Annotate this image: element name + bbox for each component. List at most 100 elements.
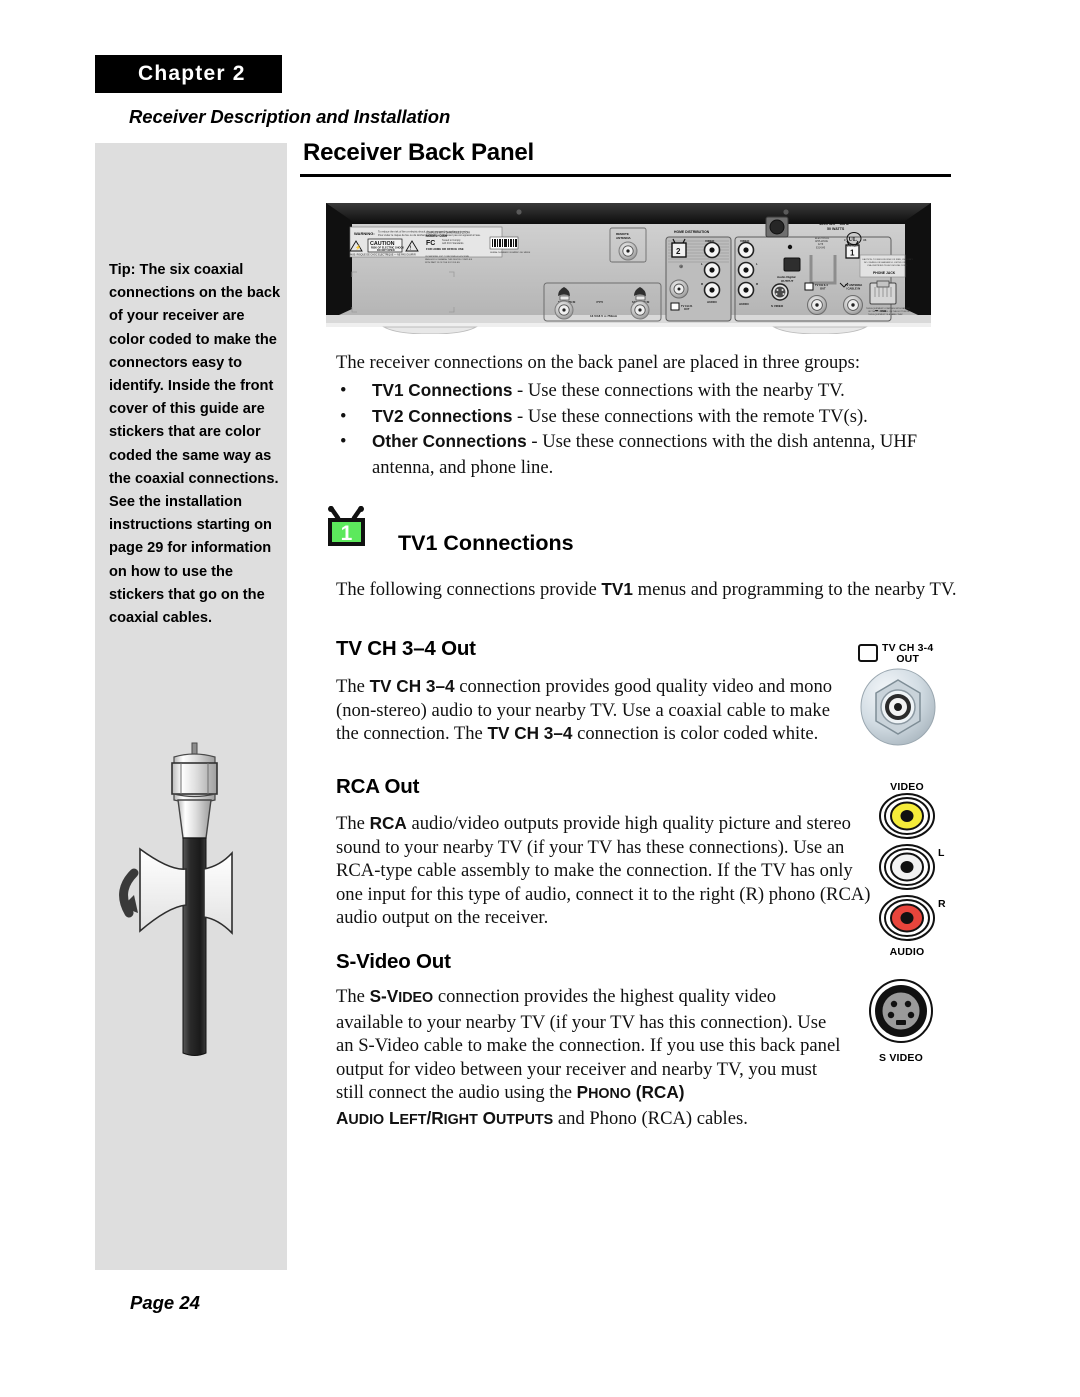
- text-run: menus and programming to the nearby TV.: [632, 579, 957, 600]
- svg-text:L: L: [756, 262, 758, 266]
- bullet-dot: •: [340, 431, 347, 453]
- svg-text:1: 1: [850, 249, 855, 258]
- text-run-bold: TV CH 3–4: [487, 723, 573, 744]
- svg-text:AVIS: RISQUE DE CHOC ELECTRIQU: AVIS: RISQUE DE CHOC ELECTRIQUE — NE PAS…: [350, 254, 416, 257]
- tv1-number-icon: 1: [328, 506, 365, 546]
- list-item-text: - Use these connections with the nearby …: [512, 380, 845, 401]
- svg-text:L: L: [701, 262, 703, 266]
- text-run-smallcaps: HONO: [588, 1086, 632, 1103]
- svg-text:⚡: ⚡: [355, 244, 361, 251]
- chapter-subtitle: Receiver Description and Installation: [129, 106, 451, 127]
- text-run-bold: AUDIO LEFT/RIGHT OUTPUTS: [336, 1108, 553, 1128]
- svg-text:THIS EQUIPMENT COMPLIES WITH P: THIS EQUIPMENT COMPLIES WITH PART 68: [866, 307, 910, 310]
- text-run: The: [336, 813, 370, 834]
- rca-video-caption: VIDEO: [890, 781, 924, 793]
- text-run-bold: TV CH 3–4: [369, 676, 455, 696]
- chapter-banner: Chapter 2: [95, 55, 282, 93]
- tv1-intro-paragraph: The following connections provide TV1 me…: [336, 578, 961, 602]
- svg-text:⊕: ⊕: [679, 264, 683, 270]
- text-run: audio/video outputs provide high quality…: [336, 813, 871, 929]
- text-run: (RCA): [631, 1082, 685, 1103]
- svg-text:⎓: ⎓: [596, 297, 603, 307]
- tvch-label-line2: OUT: [896, 653, 920, 665]
- text-run-bold: RCA: [369, 813, 407, 833]
- rca-paragraph: The RCA audio/video outputs provide high…: [336, 812, 876, 930]
- text-run-bold: S-VIDEO: [370, 986, 434, 1006]
- rca-audio-caption: AUDIO: [889, 946, 925, 958]
- svg-text:HOME DISTRIBUTION: HOME DISTRIBUTION: [674, 230, 710, 234]
- tvch-connector-icon-block: TV CH 3-4 OUT: [858, 643, 970, 758]
- svg-text:AUDIO: AUDIO: [739, 302, 749, 306]
- text-run: connection is color coded white.: [572, 723, 819, 745]
- svg-text:MODEL: DISH: MODEL: DISH: [426, 234, 448, 238]
- svg-text:us: us: [863, 238, 867, 242]
- rca-left-label: L: [938, 847, 945, 859]
- connection-groups-list: • TV1 Connections - Use these connection…: [336, 378, 956, 480]
- text-run: The following connections provide: [336, 579, 602, 600]
- svg-text:4278: 4278: [818, 244, 824, 246]
- svg-text:WITH PART 15 OF THE FCC RULES.: WITH PART 15 OF THE FCC RULES.: [425, 261, 461, 264]
- text-run: /R: [426, 1107, 444, 1128]
- svg-text:NO. 26 AWG OR LARGER UL LISTED: NO. 26 AWG OR LARGER UL LISTED OR: [864, 261, 906, 264]
- text-run: and Phono (RCA) cables.: [553, 1107, 748, 1129]
- tv1-connections-heading: TV1 Connections: [398, 531, 574, 555]
- page-title: Receiver Back Panel: [303, 139, 535, 166]
- chapter-label: Chapter 2: [138, 62, 246, 85]
- list-item-text: - Use these connections with the remote …: [512, 405, 868, 427]
- svg-text:ELECTRICAL: ELECTRICAL: [815, 237, 830, 240]
- bullet-dot: •: [340, 405, 347, 427]
- svg-text:UL: UL: [849, 237, 857, 243]
- list-item: • Other Connections - Use these connecti…: [336, 429, 956, 480]
- svg-text:CAUTION: TO REDUCE RISK OF FIR: CAUTION: TO REDUCE RISK OF FIRE, USE ONL…: [862, 258, 913, 261]
- svg-text:OUT: OUT: [820, 287, 826, 291]
- text-run: P: [576, 1082, 589, 1103]
- svg-text:FOR HOME OR OFFICE USE: FOR HOME OR OFFICE USE: [426, 247, 464, 251]
- bullet-dot: •: [340, 380, 347, 401]
- intro-paragraph: The receiver connections on the back pan…: [336, 352, 861, 373]
- receiver-back-panel-photo: WARNING: To reduce the risk of fire or e…: [326, 203, 931, 334]
- tvch-heading: TV CH 3–4 Out: [336, 637, 476, 660]
- svg-text:CSA CERTIFIED TELECOM LINE COR: CSA CERTIFIED TELECOM LINE CORD.: [867, 264, 908, 267]
- svg-text:OUTPUT: OUTPUT: [781, 279, 794, 283]
- list-item-term: Other Connections: [372, 431, 527, 452]
- svg-text:2: 2: [676, 247, 681, 256]
- svg-text:S VIDEO: S VIDEO: [771, 304, 784, 308]
- rca-connector-icon-block: VIDEO L R AUDIO: [876, 781, 966, 958]
- svideo-connector-icon-block: S VIDEO: [866, 978, 952, 1066]
- svg-text:CE MATERIEL EST CONFORME A LA: CE MATERIEL EST CONFORME A LA NORME: [425, 255, 470, 258]
- svg-text:50 WATTS: 50 WATTS: [827, 227, 845, 231]
- list-item: • TV1 Connections - Use these connection…: [336, 378, 956, 404]
- rca-audio-right-jack-icon: [879, 895, 935, 941]
- svideo-caption: S VIDEO: [879, 1052, 923, 1064]
- rca-heading: RCA Out: [336, 775, 420, 798]
- rca-video-jack-icon: [879, 793, 935, 839]
- tip-text: Tip: The six coaxial connections on the …: [109, 262, 281, 627]
- svg-text:APPLIANCE: APPLIANCE: [815, 240, 828, 243]
- page-number: Page 24: [130, 1292, 200, 1313]
- tvch-paragraph: The TV CH 3–4 connection provides good q…: [336, 675, 836, 746]
- svg-text:SERIAL NUMBER / NUMÉRO DE SÉRI: SERIAL NUMBER / NUMÉRO DE SÉRIE: [490, 251, 531, 254]
- text-run-smallcaps: EFT: [399, 1111, 427, 1128]
- svg-text:/ CABLE IN: / CABLE IN: [846, 287, 860, 291]
- rca-audio-left-jack-icon: [879, 844, 935, 890]
- svideo-paragraph: The S-VIDEO connection provides the high…: [336, 985, 841, 1133]
- text-run-smallcaps: IDEO: [398, 990, 434, 1006]
- text-run-smallcaps: IGHT: [443, 1111, 478, 1128]
- text-run: L: [384, 1107, 400, 1128]
- list-item-term: TV2 Connections: [372, 405, 513, 426]
- svg-text:OF THE FCC RULES. ON THE BOTTO: OF THE FCC RULES. ON THE BOTTOM OF: [868, 311, 911, 313]
- coaxial-cable-illustration: [119, 742, 233, 1056]
- coax-f-connector-icon: [860, 668, 936, 746]
- text-run-smallcaps: UTPUTS: [495, 1111, 554, 1128]
- svg-text:PHONE JACK: PHONE JACK: [873, 271, 896, 275]
- text-run-bold: PHONO (RCA): [577, 1082, 685, 1102]
- svg-text:with FCC Standards: with FCC Standards: [442, 242, 464, 245]
- text-run-smallcaps: UDIO: [348, 1111, 385, 1128]
- list-item: • TV2 Connections - Use these connection…: [336, 404, 956, 430]
- svg-text:DO NOT OPEN: DO NOT OPEN: [377, 249, 395, 252]
- text-run: S-V: [369, 986, 399, 1006]
- text-run: A: [336, 1107, 349, 1128]
- svideo-heading: S-Video Out: [336, 950, 451, 973]
- svg-text:THIS EQUIPMENT IS A LABEL THAT: THIS EQUIPMENT IS A LABEL THAT: [868, 313, 903, 316]
- text-run: The: [336, 986, 370, 1007]
